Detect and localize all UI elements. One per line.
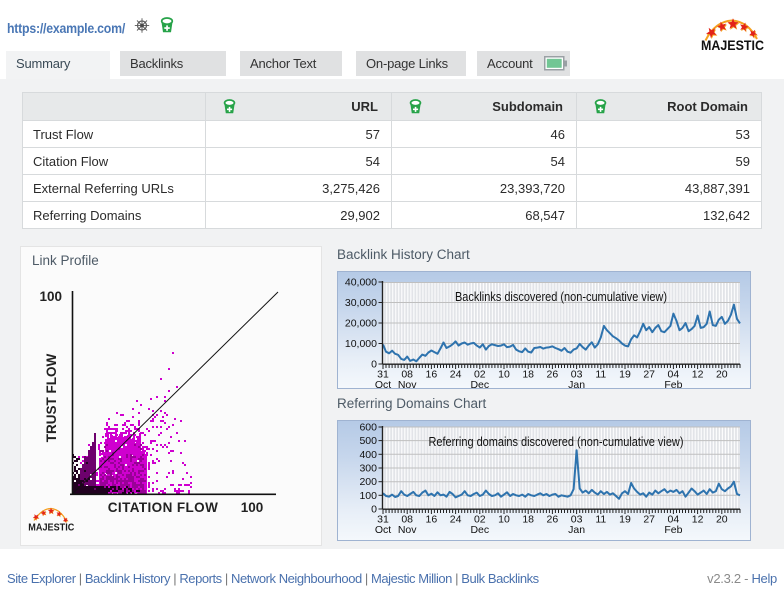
- svg-text:200: 200: [359, 476, 377, 488]
- svg-text:Jan: Jan: [568, 524, 585, 536]
- svg-text:300: 300: [359, 463, 377, 475]
- svg-text:400: 400: [359, 449, 377, 461]
- svg-text:Nov: Nov: [398, 379, 417, 389]
- svg-text:Dec: Dec: [470, 524, 489, 536]
- svg-text:27: 27: [643, 514, 655, 526]
- svg-text:Nov: Nov: [398, 524, 417, 536]
- svg-text:100: 100: [39, 289, 62, 304]
- svg-text:Jan: Jan: [568, 379, 585, 389]
- svg-text:500: 500: [359, 435, 377, 447]
- svg-text:MAJESTIC: MAJESTIC: [28, 523, 74, 534]
- svg-text:18: 18: [522, 514, 534, 526]
- svg-text:12: 12: [692, 514, 704, 526]
- svg-text:Oct: Oct: [375, 524, 391, 536]
- svg-text:19: 19: [619, 514, 631, 526]
- svg-text:Referring domains discovered (: Referring domains discovered (non-cumula…: [429, 435, 684, 449]
- svg-text:Feb: Feb: [664, 379, 682, 389]
- svg-text:CITATION FLOW: CITATION FLOW: [108, 500, 218, 515]
- svg-text:27: 27: [643, 369, 655, 381]
- svg-text:MAJESTIC: MAJESTIC: [701, 37, 764, 53]
- svg-text:100: 100: [241, 500, 264, 515]
- svg-text:10,000: 10,000: [345, 338, 377, 350]
- svg-text:Dec: Dec: [470, 379, 489, 389]
- svg-text:20: 20: [716, 369, 728, 381]
- svg-text:600: 600: [359, 422, 377, 434]
- svg-text:11: 11: [595, 369, 606, 381]
- svg-text:19: 19: [619, 369, 631, 381]
- svg-text:16: 16: [426, 369, 438, 381]
- svg-text:18: 18: [522, 369, 534, 381]
- svg-text:Oct: Oct: [375, 379, 391, 389]
- svg-text:12: 12: [692, 369, 704, 381]
- svg-text:TRUST FLOW: TRUST FLOW: [44, 354, 59, 443]
- svg-text:10: 10: [498, 369, 510, 381]
- svg-text:Feb: Feb: [664, 524, 682, 536]
- svg-text:20,000: 20,000: [345, 318, 377, 330]
- svg-text:24: 24: [450, 369, 462, 381]
- svg-text:16: 16: [426, 514, 438, 526]
- svg-text:26: 26: [547, 369, 559, 381]
- svg-text:24: 24: [450, 514, 462, 526]
- svg-text:20: 20: [716, 514, 728, 526]
- svg-text:10: 10: [498, 514, 510, 526]
- svg-text:Backlinks discovered (non-cumu: Backlinks discovered (non-cumulative vie…: [455, 290, 667, 304]
- svg-text:100: 100: [359, 490, 377, 502]
- svg-text:11: 11: [595, 514, 606, 526]
- svg-text:30,000: 30,000: [345, 297, 377, 309]
- svg-text:40,000: 40,000: [345, 277, 377, 289]
- svg-text:26: 26: [547, 514, 559, 526]
